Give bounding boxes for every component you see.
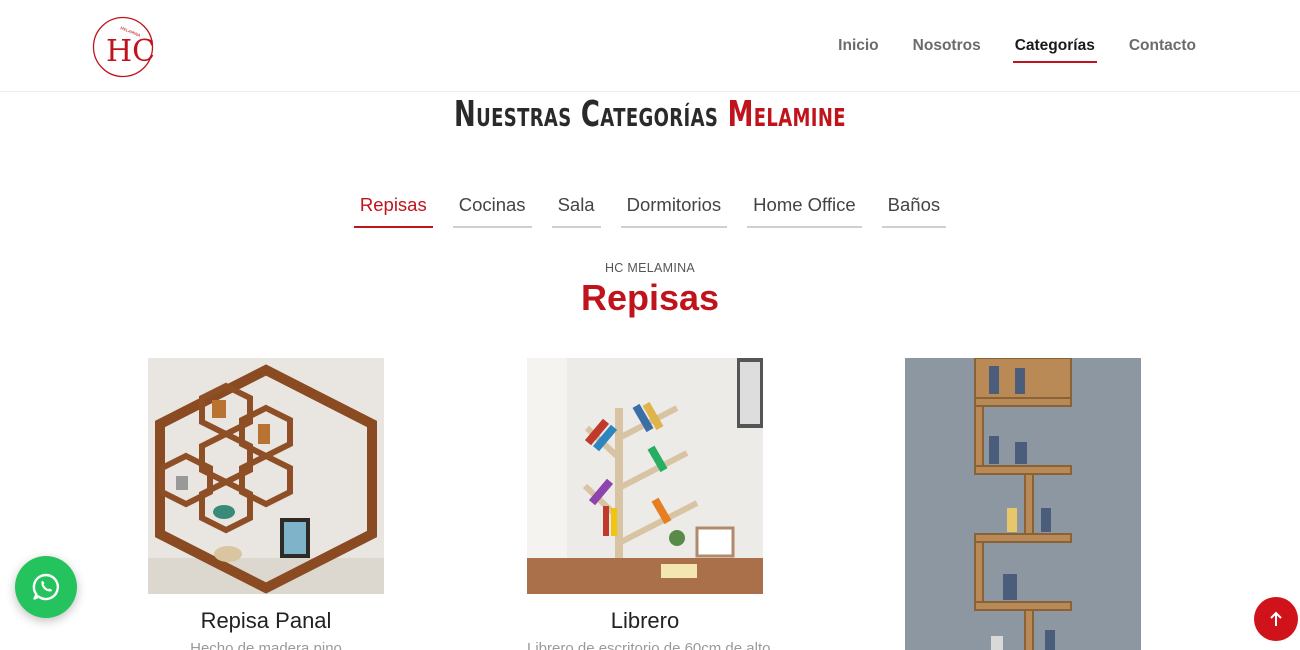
product-desc: Hecho de madera pino [190, 640, 342, 650]
main-nav: Inicio Nosotros Categorías Contacto [838, 37, 1196, 63]
nav-inicio[interactable]: Inicio [838, 37, 878, 63]
logo-text: HC [106, 34, 155, 69]
nav-categorias[interactable]: Categorías [1012, 37, 1097, 63]
product-card[interactable]: Repisa Panal Hecho de madera pino [148, 358, 384, 650]
product-image-repisa-panal[interactable] [148, 358, 384, 594]
tab-repisas[interactable]: Repisas [353, 192, 433, 228]
nav-nosotros[interactable]: Nosotros [913, 37, 981, 63]
tab-cocinas[interactable]: Cocinas [452, 192, 532, 228]
product-card[interactable] [905, 358, 1141, 650]
arrow-up-icon [1270, 611, 1282, 626]
tab-banos[interactable]: Baños [881, 192, 947, 228]
category-tabs: Repisas Cocinas Sala Dormitorios Home Of… [0, 192, 1300, 228]
tab-dormitorios[interactable]: Dormitorios [620, 192, 728, 228]
category-heading: Repisas [580, 277, 720, 318]
site-header: HC MELAMINA Inicio Nosotros Categorías C… [0, 0, 1300, 92]
whatsapp-icon [32, 573, 59, 601]
tab-sala[interactable]: Sala [551, 192, 601, 228]
section-title-main: Nuestras Categorías [454, 94, 719, 135]
hc-logo[interactable]: HC MELAMINA [91, 16, 155, 78]
nav-contacto[interactable]: Contacto [1129, 37, 1196, 63]
back-to-top-button[interactable] [1254, 597, 1298, 641]
product-title[interactable]: Repisa Panal [148, 608, 384, 634]
whatsapp-button[interactable] [15, 556, 77, 618]
product-card[interactable]: Librero Librero de escritorio de 60cm de… [527, 358, 771, 650]
product-image-librero[interactable] [527, 358, 763, 594]
section-title-accent: Melamine [727, 94, 846, 135]
product-title[interactable]: Librero [527, 608, 763, 634]
section-title: Nuestras Categorías Melamine [182, 94, 1118, 135]
category-eyebrow: HC MELAMINA [604, 261, 696, 275]
tab-home-office[interactable]: Home Office [747, 192, 862, 228]
product-image-repisa-zigzag[interactable] [905, 358, 1141, 650]
product-desc: Librero de escritorio de 60cm de alto [527, 640, 771, 650]
